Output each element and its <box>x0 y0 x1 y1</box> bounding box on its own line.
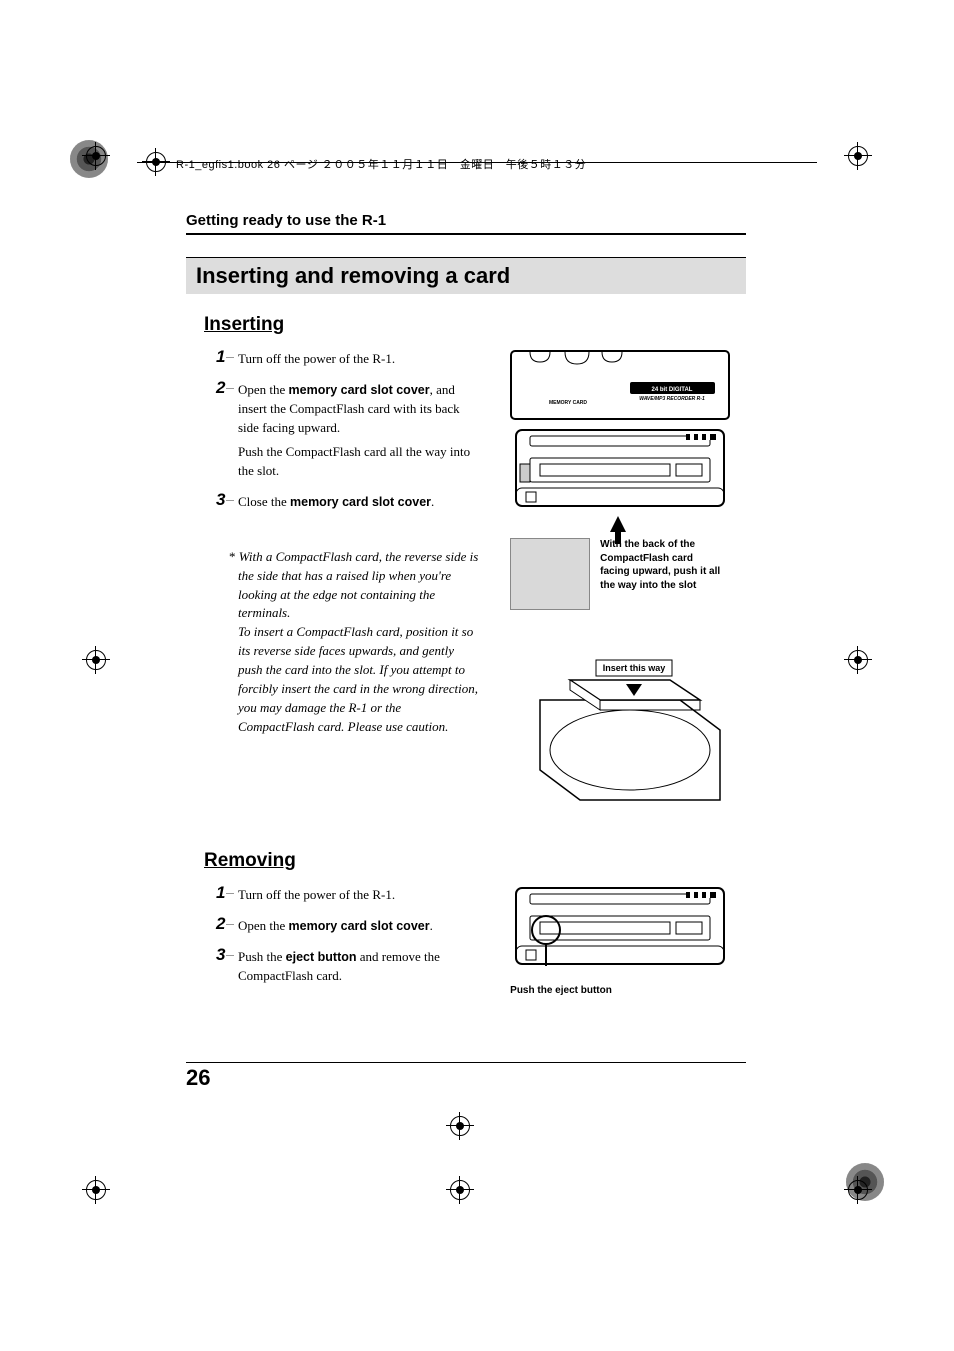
step-text: Push the eject button and remove the Com… <box>238 948 480 986</box>
text-run: Close the <box>238 494 290 509</box>
step-3: 3 Push the eject button and remove the C… <box>216 948 480 992</box>
section-heading: Getting ready to use the R-1 <box>186 212 746 229</box>
eject-illustration <box>510 886 730 966</box>
step-text: Turn off the power of the R-1. <box>238 886 395 905</box>
text-run: Open the <box>238 918 289 933</box>
footer-rule <box>186 1062 746 1063</box>
step-text: Open the memory card slot cover. <box>238 917 433 936</box>
removing-text-column: 1 Turn off the power of the R-1. 2 Open … <box>186 886 480 997</box>
step-1: 1 Turn off the power of the R-1. <box>216 886 480 911</box>
step-number: 2 <box>216 379 238 396</box>
crop-mark-icon <box>848 1180 868 1205</box>
heading-rule <box>186 233 746 235</box>
card-orientation-illustration: Insert this way <box>530 640 730 810</box>
text-run: Open the <box>238 382 289 397</box>
step-body: Turn off the power of the R-1. <box>238 886 395 911</box>
step-number: 2 <box>216 915 238 932</box>
step-2: 2 Open the memory card slot cover. <box>216 917 480 942</box>
note-text: To insert a CompactFlash card, position … <box>238 624 478 733</box>
photo-placeholder <box>510 538 590 610</box>
insert-this-way-label: Insert this way <box>603 663 666 673</box>
crop-mark-icon <box>86 1180 106 1205</box>
bold-run: memory card slot cover <box>289 919 430 933</box>
arrow-up-icon <box>610 516 626 532</box>
inserting-heading: Inserting <box>204 314 746 336</box>
step-number: 3 <box>216 491 238 508</box>
step-1: 1 Turn off the power of the R-1. <box>216 350 480 375</box>
bold-run: memory card slot cover <box>290 495 431 509</box>
inserting-columns: 1 Turn off the power of the R-1. 2 Open … <box>186 350 746 810</box>
step-3: 3 Close the memory card slot cover. <box>216 493 480 518</box>
crop-mark-icon <box>86 650 106 675</box>
step-body: Close the memory card slot cover. <box>238 493 434 518</box>
photo-caption-row: With the back of the CompactFlash card f… <box>510 538 746 610</box>
footnote: * With a CompactFlash card, the reverse … <box>216 548 480 736</box>
step-number: 1 <box>216 884 238 901</box>
removing-heading: Removing <box>204 850 746 872</box>
crop-mark-icon <box>86 146 106 171</box>
note-star: * <box>229 549 236 564</box>
page: R-1_egfis1.book 26 ページ ２００５年１１月１１日 金曜日 午… <box>0 0 954 1351</box>
step-body: Turn off the power of the R-1. <box>238 350 395 375</box>
slot-illustration <box>510 428 730 508</box>
eject-caption: Push the eject button <box>510 984 746 998</box>
badge-label: 24 bit DIGITAL <box>652 387 693 393</box>
text-run: Push the <box>238 949 286 964</box>
inserting-text-column: 1 Turn off the power of the R-1. 2 Open … <box>186 350 480 736</box>
running-header: R-1_egfis1.book 26 ページ ２００５年１１月１１日 金曜日 午… <box>176 156 586 172</box>
content-area: Getting ready to use the R-1 Inserting a… <box>186 212 746 998</box>
bold-run: memory card slot cover <box>289 383 430 397</box>
crop-mark-icon <box>450 1116 470 1141</box>
main-title: Inserting and removing a card <box>186 257 746 294</box>
figure-caption: With the back of the CompactFlash card f… <box>600 538 720 610</box>
memory-card-label: MEMORY CARD <box>549 400 587 406</box>
inserting-figure-column: 24 bit DIGITAL WAVE/MP3 RECORDER R-1 MEM… <box>480 350 746 810</box>
removing-columns: 1 Turn off the power of the R-1. 2 Open … <box>186 886 746 998</box>
step-2: 2 Open the memory card slot cover, and i… <box>216 381 480 487</box>
page-number: 26 <box>186 1065 210 1091</box>
crop-mark-icon <box>848 650 868 675</box>
step-text: Turn off the power of the R-1. <box>238 350 395 369</box>
recorder-label: WAVE/MP3 RECORDER R-1 <box>639 396 705 402</box>
text-run: . <box>430 918 433 933</box>
crop-mark-icon <box>848 146 868 171</box>
step-text: Push the CompactFlash card all the way i… <box>238 443 480 481</box>
note-text: With a CompactFlash card, the reverse si… <box>238 549 478 621</box>
step-text: Close the memory card slot cover. <box>238 493 434 512</box>
step-body: Open the memory card slot cover, and ins… <box>238 381 480 487</box>
step-body: Open the memory card slot cover. <box>238 917 433 942</box>
step-number: 3 <box>216 946 238 963</box>
removing-figure-column: Push the eject button <box>480 886 746 998</box>
bold-run: eject button <box>286 950 357 964</box>
text-run: . <box>431 494 434 509</box>
header-target-icon <box>146 152 166 177</box>
device-top-illustration: 24 bit DIGITAL WAVE/MP3 RECORDER R-1 MEM… <box>510 350 730 420</box>
crop-mark-icon <box>450 1180 470 1205</box>
step-body: Push the eject button and remove the Com… <box>238 948 480 992</box>
step-number: 1 <box>216 348 238 365</box>
step-text: Open the memory card slot cover, and ins… <box>238 381 480 438</box>
